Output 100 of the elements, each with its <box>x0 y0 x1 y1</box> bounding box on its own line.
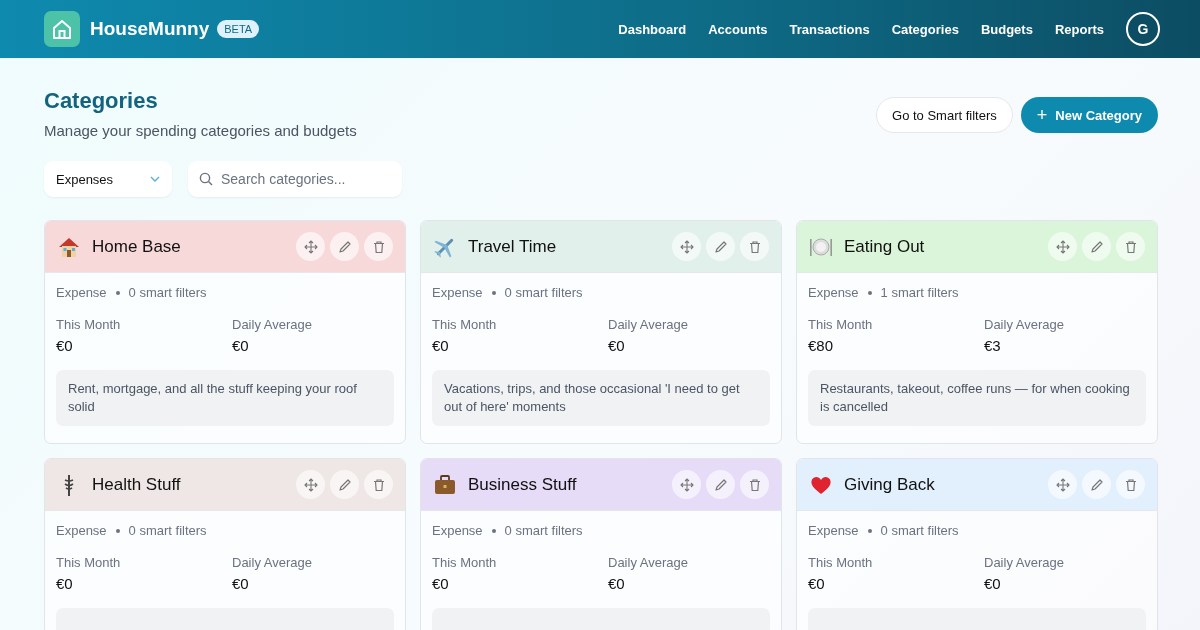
stat-label: This Month <box>432 317 498 332</box>
edit-button[interactable] <box>706 232 735 261</box>
stat-value: €0 <box>232 575 250 592</box>
trash-icon <box>747 477 762 492</box>
stat-label: Daily Average <box>608 555 689 570</box>
pencil-icon <box>337 239 352 254</box>
trash-icon <box>371 239 386 254</box>
move-icon <box>1055 239 1070 254</box>
smart-filter-count: 0 smart filters <box>504 523 583 538</box>
category-type: Expense <box>56 523 107 538</box>
stat-value: €0 <box>808 575 826 592</box>
nav-link[interactable]: Transactions <box>789 21 870 37</box>
category-name: Travel Time <box>468 236 558 257</box>
category-type: Expense <box>808 523 859 538</box>
trash-icon <box>747 239 762 254</box>
separator-dot <box>867 528 872 533</box>
move-button[interactable] <box>1048 470 1077 499</box>
pencil-icon <box>1089 477 1104 492</box>
edit-button[interactable] <box>330 232 359 261</box>
delete-button[interactable] <box>364 232 393 261</box>
separator-dot <box>491 290 496 295</box>
category-description: Restaurants, takeout, coffee runs — for when cooking is cancelled <box>808 370 1146 426</box>
delete-button[interactable] <box>740 232 769 261</box>
app-name: HouseMunny <box>90 18 210 40</box>
user-avatar[interactable]: G <box>1126 12 1160 46</box>
nav-link[interactable]: Budgets <box>980 21 1033 37</box>
nav-link[interactable]: Categories <box>891 21 959 37</box>
stat-value: €0 <box>608 337 626 354</box>
new-category-button[interactable]: + New Category <box>1020 97 1158 133</box>
move-button[interactable] <box>296 232 325 261</box>
stat-value: €0 <box>232 337 250 354</box>
search-field[interactable]: Search categories... <box>188 161 402 197</box>
edit-button[interactable] <box>1082 470 1111 499</box>
trash-icon <box>1123 239 1138 254</box>
pencil-icon <box>713 477 728 492</box>
stat-value: €80 <box>808 337 835 354</box>
smart-filter-count: 0 smart filters <box>504 285 583 300</box>
stat-value: €0 <box>56 575 74 592</box>
move-button[interactable] <box>672 232 701 261</box>
page-title: Categories <box>44 88 159 114</box>
stat-label: Daily Average <box>984 555 1065 570</box>
separator-dot <box>115 290 120 295</box>
edit-button[interactable] <box>330 470 359 499</box>
delete-button[interactable] <box>1116 470 1145 499</box>
stat-label: Daily Average <box>608 317 689 332</box>
move-icon <box>303 477 318 492</box>
category-name: Home Base <box>92 236 182 257</box>
stat-label: This Month <box>808 317 874 332</box>
smart-filter-count: 1 smart filters <box>880 285 959 300</box>
stat-label: Daily Average <box>984 317 1065 332</box>
category-name: Health Stuff <box>92 474 182 495</box>
stat-label: Daily Average <box>232 317 313 332</box>
category-name: Eating Out <box>844 236 926 257</box>
delete-button[interactable] <box>740 470 769 499</box>
stat-value: €0 <box>432 575 450 592</box>
category-name: Giving Back <box>844 474 936 495</box>
category-type: Expense <box>432 523 483 538</box>
category-description: Rent, mortgage, and all the stuff keeping your roof solid <box>56 370 394 426</box>
smart-filter-count: 0 smart filters <box>880 523 959 538</box>
beta-badge: BETA <box>217 20 260 38</box>
move-icon <box>679 477 694 492</box>
category-type: Expense <box>56 285 107 300</box>
smart-filters-button[interactable]: Go to Smart filters <box>876 97 1013 133</box>
type-dropdown[interactable]: Expenses <box>44 161 172 197</box>
separator-dot <box>867 290 872 295</box>
stat-label: Daily Average <box>232 555 313 570</box>
nav-link[interactable]: Dashboard <box>618 21 687 37</box>
edit-button[interactable] <box>706 470 735 499</box>
stat-value: €0 <box>984 575 1002 592</box>
smart-filter-count: 0 smart filters <box>128 523 207 538</box>
stat-value: €0 <box>56 337 74 354</box>
nav-link[interactable]: Accounts <box>708 21 768 37</box>
move-button[interactable] <box>1048 232 1077 261</box>
stat-label: This Month <box>56 555 122 570</box>
separator-dot <box>491 528 496 533</box>
category-type: Expense <box>808 285 859 300</box>
move-icon <box>1055 477 1070 492</box>
trash-icon <box>1123 477 1138 492</box>
move-icon <box>679 239 694 254</box>
briefcase-icon <box>433 472 457 497</box>
stat-value: €3 <box>984 337 1002 354</box>
house-logo-icon <box>44 11 80 47</box>
stat-label: This Month <box>56 317 122 332</box>
nav-link[interactable]: Reports <box>1054 21 1104 37</box>
pencil-icon <box>337 477 352 492</box>
stat-value: €0 <box>432 337 450 354</box>
pencil-icon <box>713 239 728 254</box>
smart-filter-count: 0 smart filters <box>128 285 207 300</box>
category-name: Business Stuff <box>468 474 578 495</box>
stat-label: This Month <box>808 555 874 570</box>
chevron-down-icon <box>150 176 160 182</box>
edit-button[interactable] <box>1082 232 1111 261</box>
trash-icon <box>371 477 386 492</box>
pencil-icon <box>1089 239 1104 254</box>
delete-button[interactable] <box>364 470 393 499</box>
page-subtitle: Manage your spending categories and budgets <box>44 122 357 139</box>
move-button[interactable] <box>296 470 325 499</box>
stat-label: This Month <box>432 555 498 570</box>
move-button[interactable] <box>672 470 701 499</box>
delete-button[interactable] <box>1116 232 1145 261</box>
